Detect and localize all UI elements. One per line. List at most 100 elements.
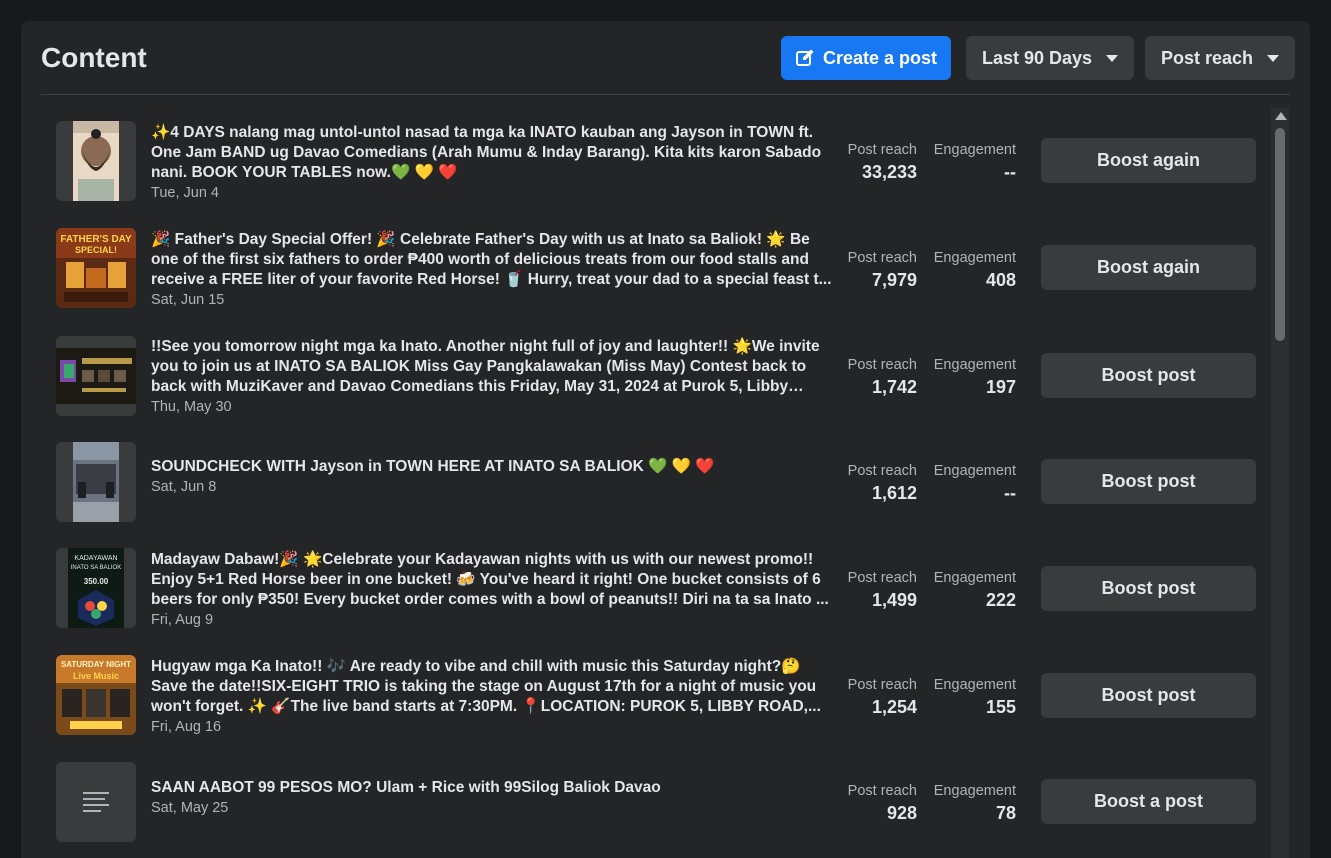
post-row[interactable]: SATURDAY NIGHT Live Music Hugyaw mga Ka … xyxy=(21,642,1271,749)
post-reach-value: 1,254 xyxy=(871,697,917,717)
post-reach-value: 1,612 xyxy=(871,483,917,503)
post-thumbnail[interactable]: KADAYAWAN INATO SA BALIOK 350.00 xyxy=(56,548,136,628)
post-thumbnail[interactable] xyxy=(56,442,136,522)
post-row[interactable]: KADAYAWAN INATO SA BALIOK 350.00 Madayaw… xyxy=(21,535,1271,642)
svg-text:SPECIAL!: SPECIAL! xyxy=(75,245,117,255)
svg-text:SATURDAY NIGHT: SATURDAY NIGHT xyxy=(61,660,131,669)
post-reach-metric: Post reach 1,499 xyxy=(841,569,917,613)
boost-post-button[interactable]: Boost post xyxy=(1041,459,1256,504)
boost-again-button[interactable]: Boost again xyxy=(1041,245,1256,290)
post-reach-metric: Post reach 928 xyxy=(841,782,917,826)
engagement-value: 197 xyxy=(985,377,1016,397)
scroll-thumb[interactable] xyxy=(1275,128,1285,341)
content-card: Content Create a post Last 90 Days Post … xyxy=(21,21,1310,858)
boost-again-button[interactable]: Boost again xyxy=(1041,138,1256,183)
post-text[interactable]: SOUNDCHECK WITH Jayson in TOWN HERE AT I… xyxy=(151,457,833,497)
portrait-photo-image xyxy=(73,121,119,201)
post-reach-label: Post reach xyxy=(847,463,917,479)
date-range-dropdown[interactable]: Last 90 Days xyxy=(966,36,1135,80)
engagement-label: Engagement xyxy=(933,357,1016,373)
post-reach-metric: Post reach 33,233 xyxy=(841,141,917,185)
text-lines-icon xyxy=(83,792,109,812)
engagement-value: 222 xyxy=(985,590,1016,610)
edit-icon xyxy=(795,49,814,66)
post-caption: Hugyaw mga Ka Inato!! 🎶 Are ready to vib… xyxy=(151,658,821,715)
post-date: Thu, May 30 xyxy=(151,399,232,415)
post-reach-label: Post reach xyxy=(847,677,917,693)
post-caption: ✨4 DAYS nalang mag untol-untol nasad ta … xyxy=(151,124,822,181)
page-title: Content xyxy=(41,42,147,73)
svg-text:KADAYAWAN: KADAYAWAN xyxy=(74,555,117,562)
post-text[interactable]: Hugyaw mga Ka Inato!! 🎶 Are ready to vib… xyxy=(151,657,833,737)
post-date: Sat, Jun 15 xyxy=(151,292,225,308)
boost-post-button[interactable]: Boost post xyxy=(1041,566,1256,611)
post-date: Sat, May 25 xyxy=(151,800,229,816)
post-reach-value: 1,742 xyxy=(871,377,917,397)
fathers-day-poster-image: FATHER'S DAY SPECIAL! xyxy=(56,228,136,308)
engagement-metric: Engagement 197 xyxy=(926,356,1016,400)
post-text[interactable]: !!See you tomorrow night mga ka Inato. A… xyxy=(151,337,833,417)
engagement-value: 408 xyxy=(985,270,1016,290)
post-text[interactable]: ✨4 DAYS nalang mag untol-untol nasad ta … xyxy=(151,123,833,203)
create-post-button[interactable]: Create a post xyxy=(781,36,951,80)
post-row[interactable]: FATHER'S DAY SPECIAL! 🎉 Father's Day Spe… xyxy=(21,215,1271,322)
engagement-label: Engagement xyxy=(933,570,1016,586)
post-caption: 🎉 Father's Day Special Offer! 🎉 Celebrat… xyxy=(151,231,832,288)
post-thumbnail[interactable] xyxy=(56,762,136,842)
engagement-metric: Engagement -- xyxy=(926,462,1016,506)
live-music-poster-image: SATURDAY NIGHT Live Music xyxy=(56,655,136,735)
post-reach-label: Post reach xyxy=(847,250,917,266)
post-row[interactable]: SAAN AABOT 99 PESOS MO? Ulam + Rice with… xyxy=(21,749,1271,856)
engagement-value: 155 xyxy=(985,697,1016,717)
engagement-label: Engagement xyxy=(933,677,1016,693)
stage-photo-image xyxy=(73,442,119,522)
post-thumbnail[interactable]: SATURDAY NIGHT Live Music xyxy=(56,655,136,735)
chevron-down-icon xyxy=(1106,54,1119,62)
post-text[interactable]: SAAN AABOT 99 PESOS MO? Ulam + Rice with… xyxy=(151,778,833,818)
svg-text:Live Music: Live Music xyxy=(73,671,119,681)
scroll-up-arrow-icon[interactable] xyxy=(1275,112,1287,120)
svg-text:INATO SA BALIOK: INATO SA BALIOK xyxy=(71,565,121,571)
date-range-label: Last 90 Days xyxy=(982,47,1093,68)
post-row[interactable]: SOUNDCHECK WITH Jayson in TOWN HERE AT I… xyxy=(21,429,1271,536)
svg-text:FATHER'S DAY: FATHER'S DAY xyxy=(60,234,132,245)
post-reach-metric: Post reach 1,612 xyxy=(841,462,917,506)
engagement-metric: Engagement 155 xyxy=(926,676,1016,720)
engagement-metric: Engagement -- xyxy=(926,141,1016,185)
post-thumbnail[interactable]: FATHER'S DAY SPECIAL! xyxy=(56,228,136,308)
create-post-label: Create a post xyxy=(822,47,938,68)
post-row[interactable]: ✨4 DAYS nalang mag untol-untol nasad ta … xyxy=(21,108,1271,215)
post-date: Tue, Jun 4 xyxy=(151,185,219,201)
post-reach-metric: Post reach 1,254 xyxy=(841,676,917,720)
post-reach-label: Post reach xyxy=(847,142,917,158)
boost-a-post-button[interactable]: Boost a post xyxy=(1041,779,1256,824)
sort-metric-dropdown[interactable]: Post reach xyxy=(1145,36,1296,80)
post-reach-value: 7,979 xyxy=(871,270,917,290)
boost-post-button[interactable]: Boost post xyxy=(1041,353,1256,398)
engagement-label: Engagement xyxy=(933,142,1016,158)
engagement-value: -- xyxy=(1004,483,1016,503)
sort-metric-label: Post reach xyxy=(1161,47,1254,68)
post-thumbnail[interactable] xyxy=(56,336,136,416)
post-caption: SAAN AABOT 99 PESOS MO? Ulam + Rice with… xyxy=(151,779,661,796)
engagement-label: Engagement xyxy=(933,250,1016,266)
post-row[interactable]: !!See you tomorrow night mga ka Inato. A… xyxy=(21,322,1271,429)
post-reach-value: 1,499 xyxy=(871,590,917,610)
svg-text:350.00: 350.00 xyxy=(84,577,109,586)
post-reach-metric: Post reach 7,979 xyxy=(841,249,917,293)
post-reach-value: 33,233 xyxy=(861,162,917,182)
engagement-label: Engagement xyxy=(933,463,1016,479)
post-reach-metric: Post reach 1,742 xyxy=(841,356,917,400)
boost-post-button[interactable]: Boost post xyxy=(1041,673,1256,718)
post-caption: SOUNDCHECK WITH Jayson in TOWN HERE AT I… xyxy=(151,458,715,475)
post-list: ✨4 DAYS nalang mag untol-untol nasad ta … xyxy=(21,95,1271,858)
post-thumbnail[interactable] xyxy=(56,121,136,201)
engagement-label: Engagement xyxy=(933,783,1016,799)
post-caption: !!See you tomorrow night mga ka Inato. A… xyxy=(151,338,820,395)
post-date: Fri, Aug 9 xyxy=(151,612,214,628)
post-caption: Madayaw Dabaw!🎉 🌟Celebrate your Kadayawa… xyxy=(151,551,829,608)
engagement-metric: Engagement 222 xyxy=(926,569,1016,613)
post-text[interactable]: 🎉 Father's Day Special Offer! 🎉 Celebrat… xyxy=(151,230,833,310)
scrollbar[interactable] xyxy=(1271,108,1289,858)
post-text[interactable]: Madayaw Dabaw!🎉 🌟Celebrate your Kadayawa… xyxy=(151,550,833,630)
